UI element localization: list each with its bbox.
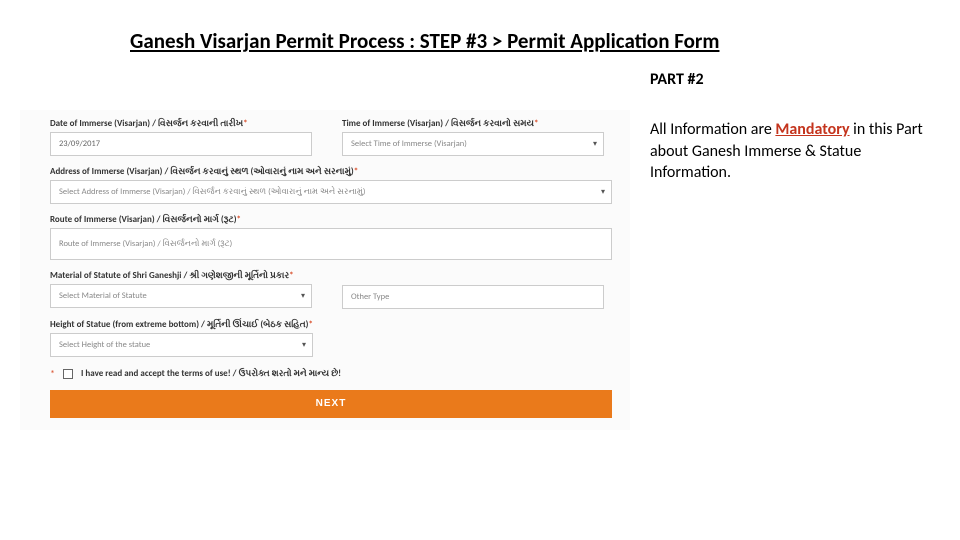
terms-asterisk: * (50, 367, 55, 380)
chevron-down-icon: ▾ (593, 139, 597, 149)
info-text: All Information are Mandatory in this Pa… (650, 119, 930, 184)
field-height: Height of Statue (from extreme bottom) /… (50, 319, 313, 357)
form-area: Date of Immerse (Visarjan) / વિસર્જન કરવ… (20, 110, 630, 430)
label-address: Address of Immerse (Visarjan) / વિસર્જન … (50, 166, 612, 177)
page-title: Ganesh Visarjan Permit Process : STEP #3… (130, 28, 719, 54)
label-height: Height of Statue (from extreme bottom) /… (50, 319, 313, 330)
terms-text: I have read and accept the terms of use!… (81, 368, 341, 379)
chevron-down-icon: ▾ (301, 291, 305, 301)
label-route: Route of Immerse (Visarjan) / વિસર્જનનો … (50, 214, 612, 225)
select-height[interactable]: Select Height of the statue ▾ (50, 333, 313, 357)
sidebar: PART #2 All Information are Mandatory in… (650, 70, 930, 184)
label-time: Time of Immerse (Visarjan) / વિસર્જન કરવ… (342, 118, 604, 129)
chevron-down-icon: ▾ (601, 187, 605, 197)
label-material: Material of Statute of Shri Ganeshji / શ… (50, 270, 312, 281)
info-pre: All Information are (650, 120, 775, 139)
input-route[interactable]: Route of Immerse (Visarjan) / વિસર્જનનો … (50, 228, 612, 260)
select-address-placeholder: Select Address of Immerse (Visarjan) / વ… (59, 187, 365, 197)
select-material[interactable]: Select Material of Statute ▾ (50, 284, 312, 308)
select-height-placeholder: Select Height of the statue (59, 340, 150, 350)
input-other-type[interactable]: Other Type (342, 285, 604, 309)
field-material: Material of Statute of Shri Ganeshji / શ… (50, 270, 312, 309)
select-time[interactable]: Select Time of Immerse (Visarjan) ▾ (342, 132, 604, 156)
input-date[interactable]: 23/09/2017 (50, 132, 312, 156)
label-date: Date of Immerse (Visarjan) / વિસર્જન કરવ… (50, 118, 312, 129)
field-other-type: Other Type (342, 270, 604, 309)
field-route: Route of Immerse (Visarjan) / વિસર્જનનો … (50, 214, 612, 260)
terms-checkbox[interactable] (63, 369, 73, 379)
field-date: Date of Immerse (Visarjan) / વિસર્જન કરવ… (50, 118, 312, 156)
terms-row: * I have read and accept the terms of us… (50, 367, 612, 380)
part-label: PART #2 (650, 70, 930, 89)
input-date-value: 23/09/2017 (59, 139, 100, 149)
field-time: Time of Immerse (Visarjan) / વિસર્જન કરવ… (342, 118, 604, 156)
info-mandatory: Mandatory (775, 120, 849, 139)
select-address[interactable]: Select Address of Immerse (Visarjan) / વ… (50, 180, 612, 204)
select-time-placeholder: Select Time of Immerse (Visarjan) (351, 139, 467, 149)
next-button[interactable]: NEXT (50, 390, 612, 418)
field-address: Address of Immerse (Visarjan) / વિસર્જન … (50, 166, 612, 204)
input-other-type-placeholder: Other Type (351, 292, 389, 302)
chevron-down-icon: ▾ (302, 340, 306, 350)
select-material-placeholder: Select Material of Statute (59, 291, 147, 301)
input-route-placeholder: Route of Immerse (Visarjan) / વિસર્જનનો … (59, 239, 232, 249)
